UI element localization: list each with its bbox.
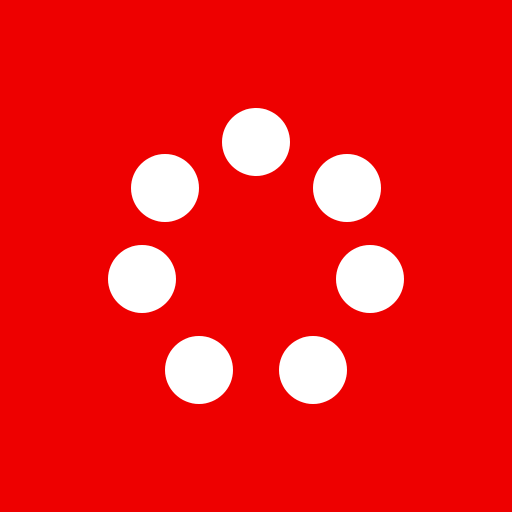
spinner-dot: [279, 336, 347, 404]
app-icon-background: [0, 0, 512, 512]
spinner-dot: [165, 336, 233, 404]
spinner-dot: [131, 154, 199, 222]
spinner-dot: [313, 154, 381, 222]
spinner-dot: [222, 108, 290, 176]
spinner-dot: [108, 245, 176, 313]
spinner-dot: [336, 245, 404, 313]
